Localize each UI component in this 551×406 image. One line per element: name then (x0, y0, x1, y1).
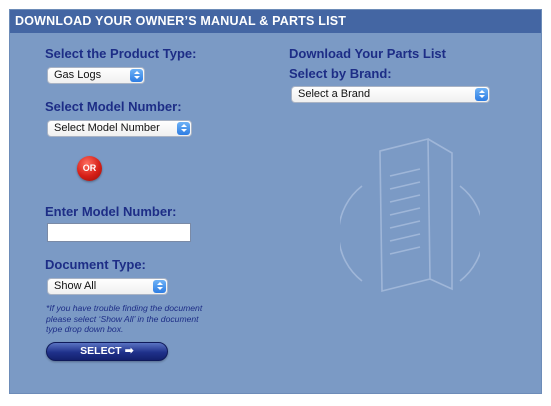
chevron-updown-icon (177, 122, 190, 135)
chevron-updown-icon (130, 69, 143, 82)
brand-select-value: Select a Brand (298, 88, 371, 100)
document-type-select[interactable]: Show All (47, 278, 168, 295)
manual-download-panel: DOWNLOAD YOUR OWNER’S MANUAL & PARTS LIS… (9, 9, 542, 394)
brand-select[interactable]: Select a Brand (291, 86, 490, 103)
model-number-label: Select Model Number: (45, 99, 182, 114)
select-button[interactable]: SELECT ➡ (46, 342, 168, 361)
chevron-updown-icon (475, 88, 488, 101)
product-type-select[interactable]: Gas Logs (47, 67, 145, 84)
document-brochure-icon (340, 137, 480, 293)
parts-list-heading: Download Your Parts List (289, 46, 446, 61)
chevron-updown-icon (153, 280, 166, 293)
or-badge: OR (77, 156, 102, 181)
model-number-select-value: Select Model Number (54, 122, 160, 134)
panel-header: DOWNLOAD YOUR OWNER’S MANUAL & PARTS LIS… (10, 10, 541, 33)
brand-label: Select by Brand: (289, 66, 392, 81)
note-line: *If you have trouble finding the documen… (46, 303, 203, 313)
product-type-label: Select the Product Type: (45, 46, 197, 61)
note-line: please select ‘Show All’ in the document (46, 313, 199, 324)
model-number-select[interactable]: Select Model Number (47, 120, 192, 137)
note-line: type drop down box. (46, 324, 124, 334)
product-type-select-value: Gas Logs (54, 69, 102, 81)
document-type-select-value: Show All (54, 280, 97, 292)
select-button-label: SELECT (80, 345, 122, 357)
document-help-note: *If you have trouble finding the documen… (46, 303, 246, 335)
enter-model-number-label: Enter Model Number: (45, 204, 177, 219)
document-type-label: Document Type: (45, 257, 146, 272)
model-number-input[interactable] (47, 223, 191, 242)
arrow-right-icon: ➡ (124, 345, 134, 357)
